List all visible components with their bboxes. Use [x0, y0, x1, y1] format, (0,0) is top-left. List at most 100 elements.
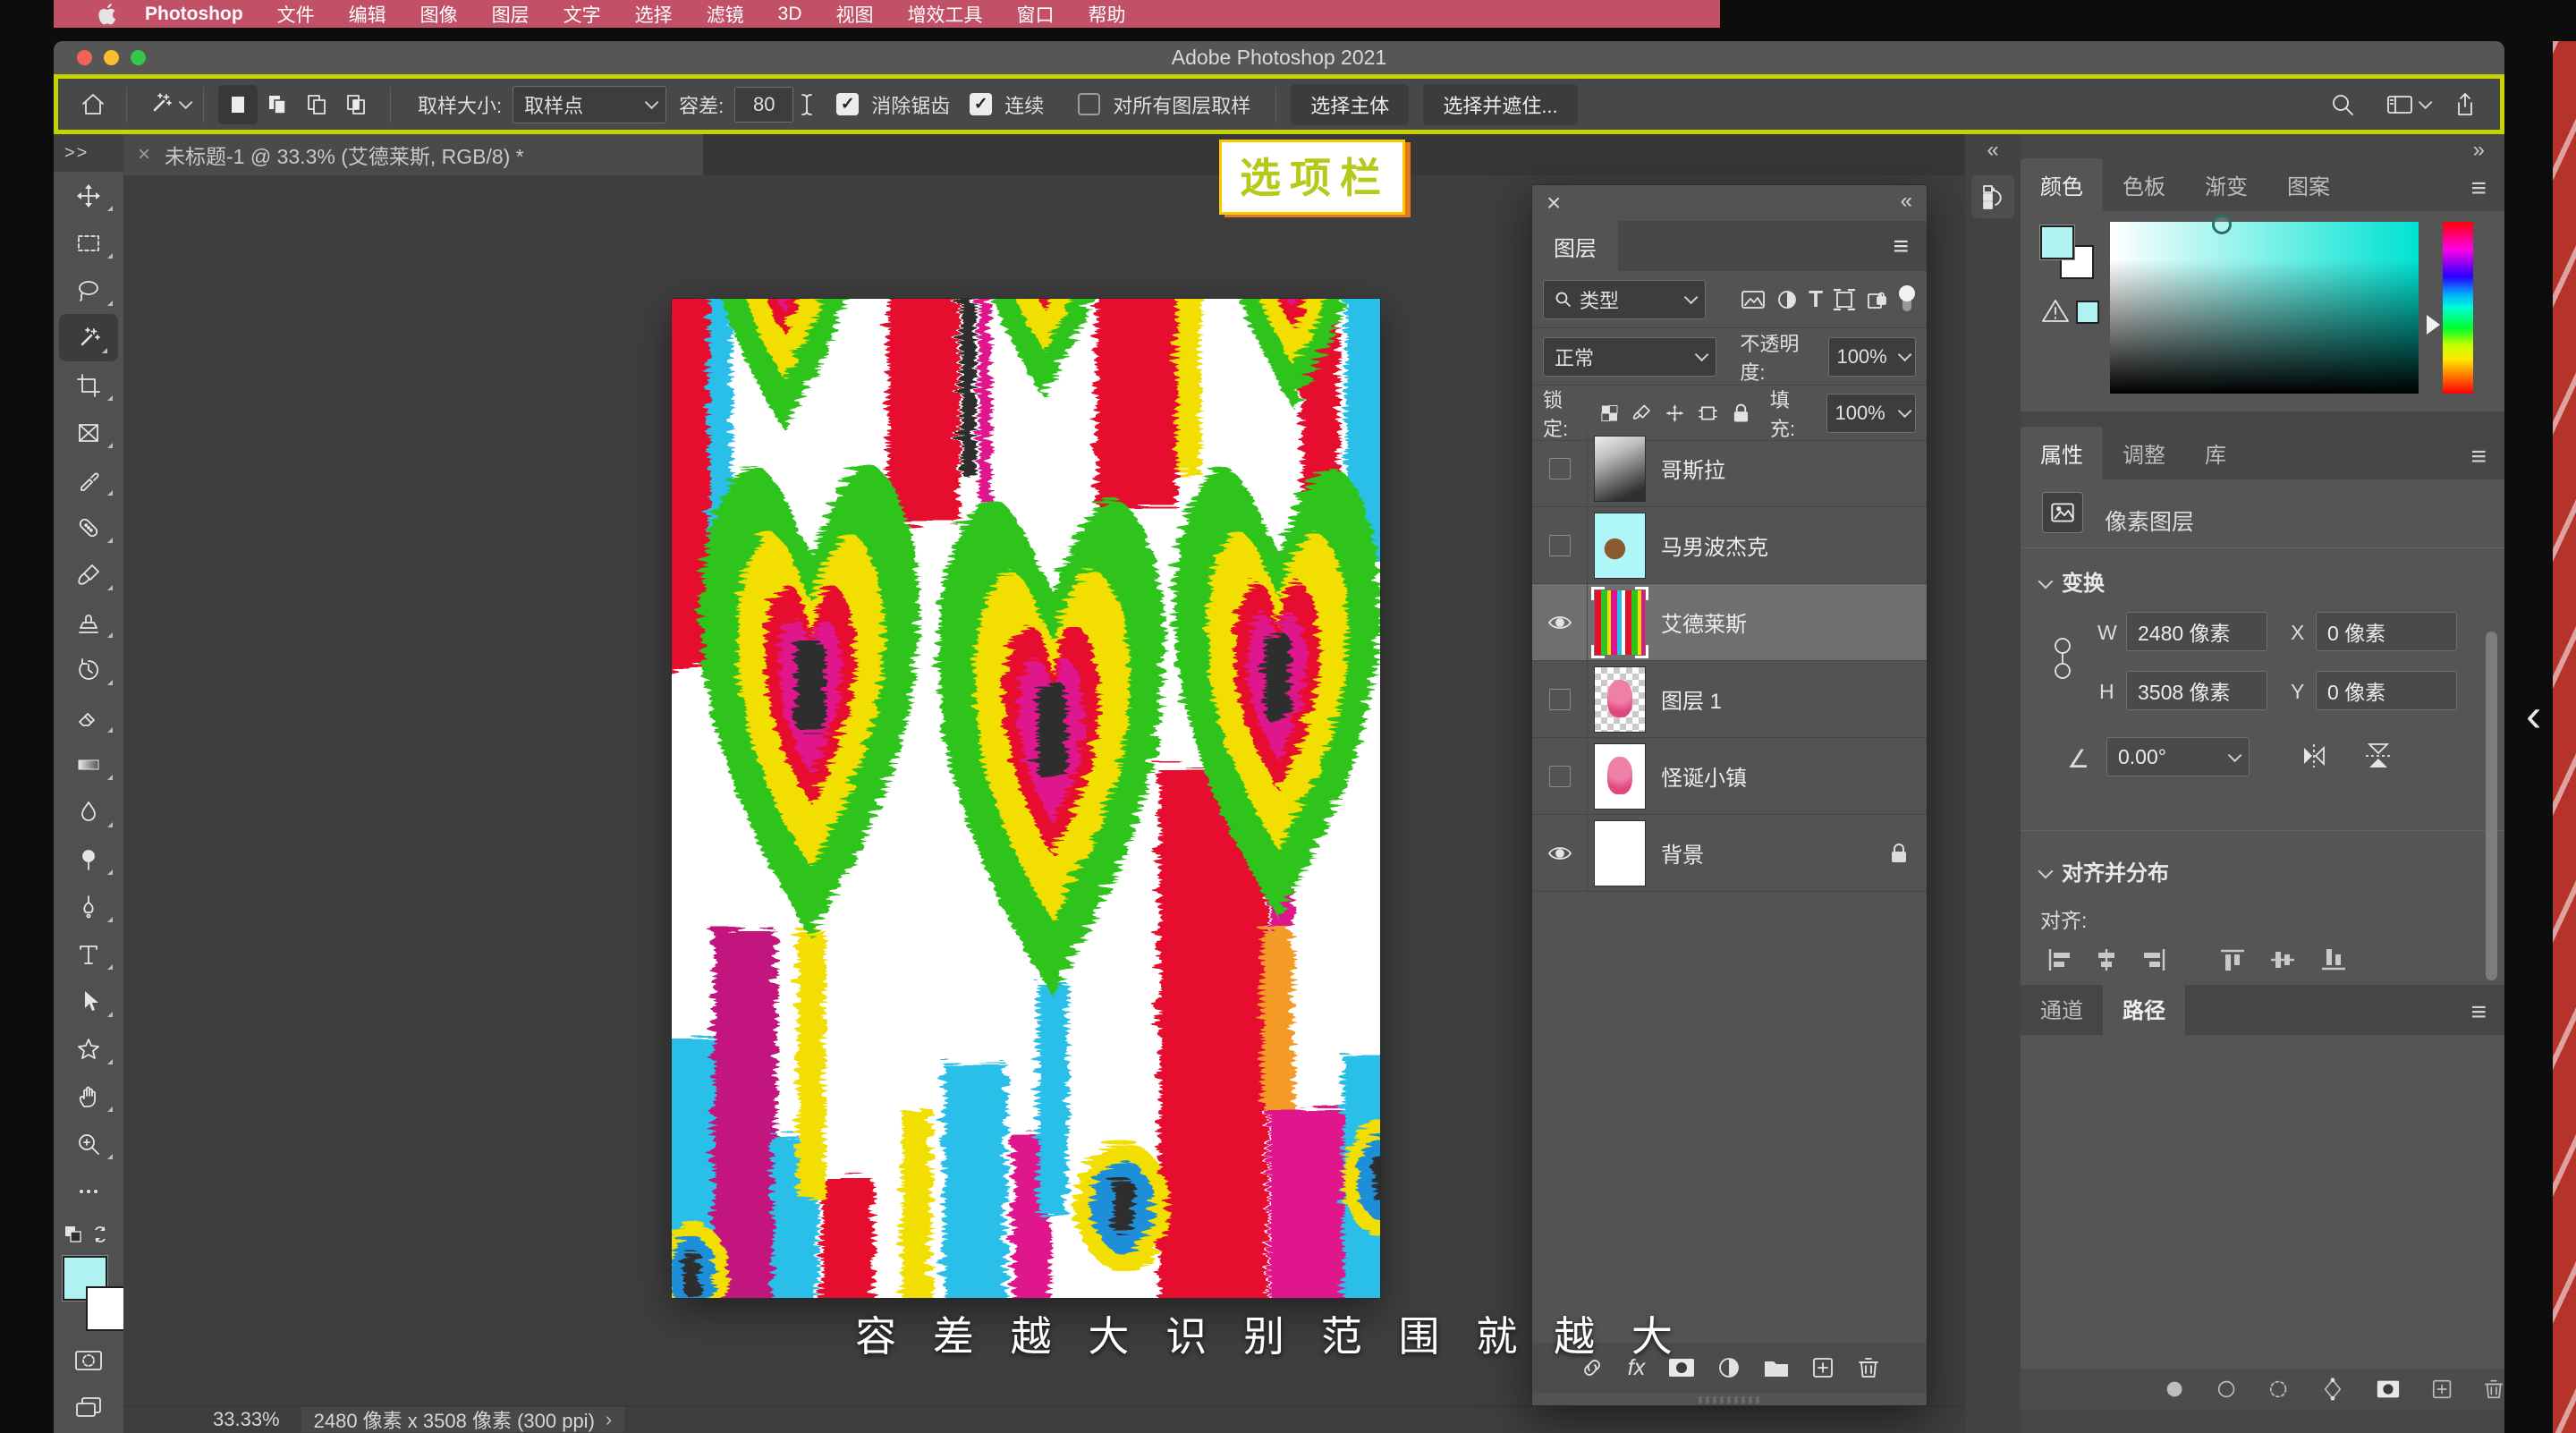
lock-position-icon[interactable] [1665, 403, 1684, 423]
lock-pixels-icon[interactable] [1632, 403, 1651, 423]
layer-thumbnail[interactable] [1595, 821, 1645, 886]
workspace-panel-icon[interactable] [2381, 85, 2419, 124]
align-center-horizontal-button[interactable] [2090, 945, 2123, 975]
menu-view[interactable]: 视图 [836, 1, 874, 28]
menu-select[interactable]: 选择 [635, 1, 673, 28]
fill-path-icon[interactable] [2164, 1378, 2185, 1401]
toolbar-collapse-button[interactable]: >> [54, 134, 123, 172]
document-canvas[interactable] [672, 299, 1380, 1298]
foreground-color-swatch[interactable] [2040, 225, 2074, 259]
height-input[interactable]: 3508 像素 [2126, 671, 2267, 710]
hue-slider-arrow[interactable] [2427, 315, 2440, 335]
width-input[interactable]: 2480 像素 [2126, 612, 2267, 651]
layer-row-background[interactable]: 背景 [1532, 815, 1927, 892]
blend-mode-dropdown[interactable]: 正常 [1543, 337, 1716, 377]
type-tool[interactable] [54, 930, 123, 978]
filter-shape-layers-icon[interactable] [1834, 289, 1855, 310]
layer-filter-dropdown[interactable]: 类型 [1543, 280, 1706, 319]
history-brush-tool[interactable] [54, 646, 123, 693]
close-panel-icon[interactable]: × [1546, 189, 1561, 217]
align-top-button[interactable] [2216, 945, 2249, 975]
collapse-panels-icon[interactable]: « [1965, 134, 2021, 163]
menu-layer[interactable]: 图层 [492, 1, 530, 28]
panel-resize-grip[interactable] [1699, 1396, 1761, 1403]
magic-wand-tool[interactable] [59, 314, 118, 361]
anti-alias-checkbox[interactable]: ✓ [836, 93, 859, 115]
marquee-tool[interactable] [54, 219, 123, 267]
tab-swatches[interactable]: 色板 [2103, 158, 2185, 211]
panel-menu-icon[interactable]: ≡ [2470, 999, 2487, 1026]
filter-adjustment-layers-icon[interactable] [1776, 289, 1798, 310]
window-title-bar[interactable]: Adobe Photoshop 2021 [54, 41, 2504, 74]
share-icon[interactable] [2446, 85, 2484, 124]
filter-type-layers-icon[interactable]: T [1809, 285, 1823, 313]
tab-libraries[interactable]: 库 [2185, 427, 2246, 479]
lock-all-icon[interactable] [1732, 403, 1750, 424]
tolerance-input[interactable]: 80 [734, 87, 793, 123]
menu-file[interactable]: 文件 [277, 1, 315, 28]
add-to-selection-mode-button[interactable] [258, 85, 297, 124]
history-panel-button[interactable] [1971, 175, 2014, 218]
eraser-tool[interactable] [54, 693, 123, 741]
color-picker-ring[interactable] [2212, 215, 2232, 234]
lasso-tool[interactable] [54, 267, 123, 314]
magic-wand-tool-icon[interactable] [141, 85, 179, 124]
layer-thumbnail[interactable] [1595, 590, 1645, 655]
menu-filter[interactable]: 滤镜 [707, 1, 744, 28]
screen-edge-chevron-icon[interactable]: ‹ [2526, 689, 2541, 742]
x-input[interactable]: 0 像素 [2316, 612, 2457, 651]
quick-mask-button[interactable] [54, 1336, 123, 1384]
brush-tool[interactable] [54, 551, 123, 598]
saturation-brightness-field[interactable] [2110, 222, 2419, 394]
expand-panels-icon[interactable]: » [2473, 138, 2485, 163]
edit-toolbar-button[interactable] [54, 1167, 123, 1215]
flip-horizontal-icon[interactable] [2298, 741, 2330, 771]
menu-window[interactable]: 窗口 [1017, 1, 1055, 28]
workspace-chevron-icon[interactable] [2419, 96, 2433, 110]
gamut-warning-icon[interactable] [2040, 297, 2071, 324]
flip-vertical-icon[interactable] [2362, 739, 2394, 773]
layer-thumbnail[interactable] [1595, 667, 1645, 732]
visibility-toggle[interactable] [1532, 584, 1588, 660]
properties-scrollbar[interactable] [2486, 632, 2497, 980]
transform-section-header[interactable]: 变换 [2040, 565, 2105, 597]
shape-tool[interactable] [54, 1025, 123, 1073]
zoom-tool[interactable] [54, 1120, 123, 1167]
visibility-toggle[interactable] [1532, 430, 1588, 506]
tab-channels[interactable]: 通道 [2021, 982, 2103, 1035]
menu-help[interactable]: 帮助 [1089, 1, 1126, 28]
tab-properties[interactable]: 属性 [2021, 427, 2103, 479]
layer-row-adras-selected[interactable]: 艾德莱斯 [1532, 584, 1927, 661]
healing-brush-tool[interactable] [54, 504, 123, 551]
close-document-icon[interactable]: × [138, 142, 150, 167]
screen-mode-button[interactable] [54, 1384, 123, 1431]
intersect-selection-mode-button[interactable] [336, 85, 376, 124]
menu-edit[interactable]: 编辑 [349, 1, 386, 28]
move-tool[interactable] [54, 172, 123, 219]
select-and-mask-button[interactable]: 选择并遮住... [1423, 84, 1577, 125]
zoom-level[interactable]: 33.33% [213, 1408, 280, 1431]
collapse-panel-icon[interactable]: « [1901, 189, 1912, 214]
tab-color[interactable]: 颜色 [2021, 158, 2103, 211]
filter-toggle[interactable] [1898, 284, 1916, 315]
document-tab[interactable]: × 未标题-1 @ 33.3% (艾德莱斯, RGB/8) * [123, 134, 703, 175]
path-selection-tool[interactable] [54, 978, 123, 1025]
align-middle-vertical-button[interactable] [2267, 945, 2299, 975]
gradient-tool[interactable] [54, 741, 123, 788]
layer-lock-icon[interactable] [1889, 843, 1909, 864]
layer-thumbnail[interactable] [1595, 437, 1645, 501]
gamut-color-chip[interactable] [2076, 301, 2099, 324]
dodge-tool[interactable] [54, 835, 123, 883]
blur-tool[interactable] [54, 788, 123, 835]
filter-pixel-layers-icon[interactable] [1741, 289, 1766, 310]
layers-panel-header[interactable]: × « [1532, 185, 1927, 221]
sample-size-dropdown[interactable]: 取样点 [513, 86, 666, 123]
hand-tool[interactable] [54, 1073, 123, 1120]
frame-tool[interactable] [54, 409, 123, 456]
visibility-toggle[interactable] [1532, 507, 1588, 583]
align-distribute-section-header[interactable]: 对齐并分布 [2040, 855, 2169, 886]
menu-photoshop[interactable]: Photoshop [145, 4, 243, 25]
select-subject-button[interactable]: 选择主体 [1291, 84, 1409, 125]
menu-type[interactable]: 文字 [564, 1, 601, 28]
layer-row-godzilla[interactable]: 哥斯拉 [1532, 430, 1927, 507]
